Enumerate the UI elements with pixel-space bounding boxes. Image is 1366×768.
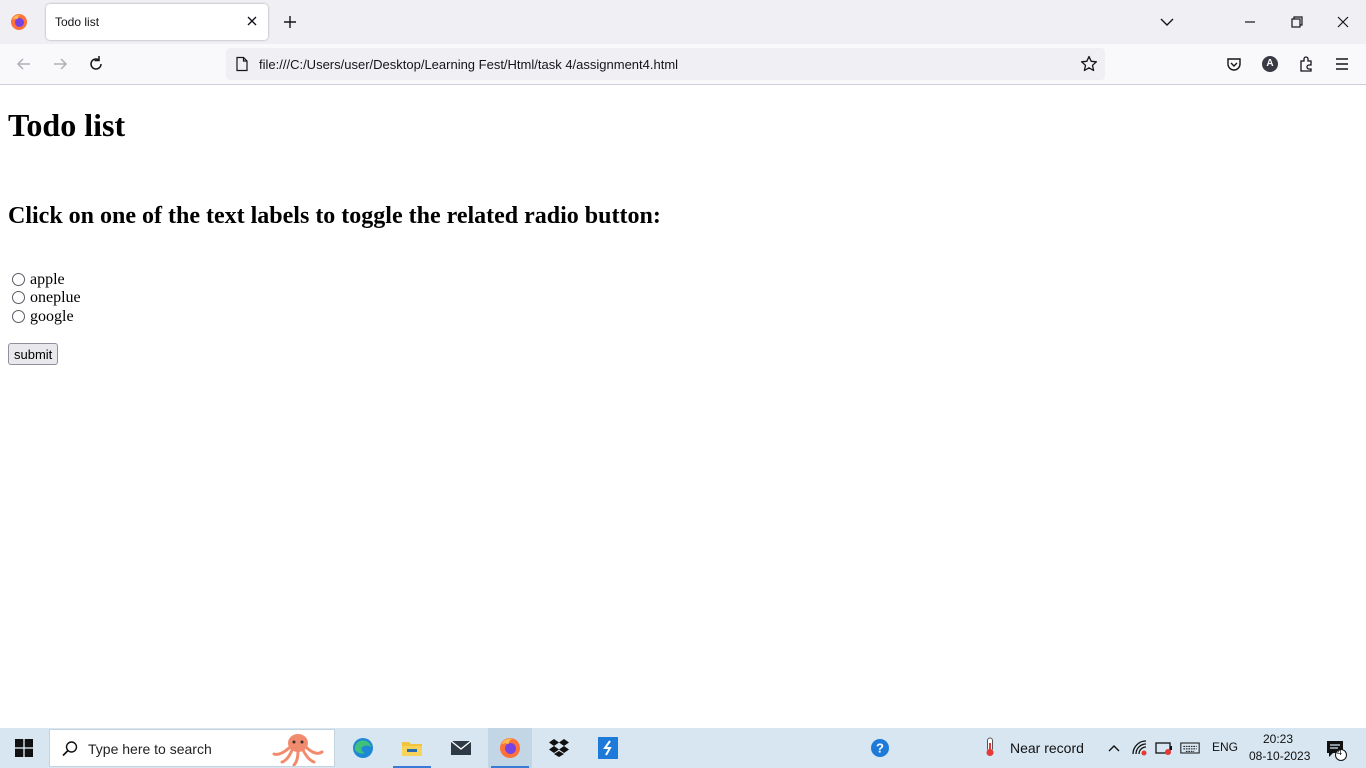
forward-arrow-icon[interactable] — [50, 54, 70, 74]
bookmark-star-icon[interactable] — [1079, 54, 1099, 74]
instructions-heading: Click on one of the text labels to toggl… — [8, 203, 661, 229]
taskbar-mail[interactable] — [439, 728, 483, 768]
menu-icon[interactable] — [1332, 54, 1352, 74]
clock-date[interactable]: 08-10-2023 — [1249, 749, 1310, 763]
close-tab-icon[interactable] — [244, 13, 260, 29]
address-bar[interactable]: file:///C:/Users/user/Desktop/Learning F… — [226, 48, 1105, 80]
radio-button[interactable] — [12, 273, 25, 286]
windows-start-icon[interactable] — [15, 739, 33, 757]
taskbar-file-explorer[interactable] — [390, 728, 434, 768]
battery-icon[interactable] — [1154, 738, 1174, 758]
language-indicator[interactable]: ENG — [1212, 740, 1238, 754]
radio-button[interactable] — [12, 291, 25, 304]
tab-title: Todo list — [55, 15, 100, 29]
radio-label[interactable]: google — [30, 308, 74, 326]
clock-time[interactable]: 20:23 — [1263, 732, 1293, 746]
tab-bar: Todo list — [0, 0, 1366, 44]
new-tab-icon[interactable] — [280, 12, 300, 32]
folder-icon — [402, 742, 422, 756]
taskbar-dropbox[interactable] — [537, 728, 581, 768]
submit-button[interactable]: submit — [8, 343, 59, 365]
restore-icon[interactable] — [1287, 12, 1307, 32]
search-icon — [62, 741, 78, 757]
close-window-icon[interactable] — [1333, 12, 1353, 32]
radio-button[interactable] — [12, 310, 25, 323]
reload-icon[interactable] — [86, 54, 106, 74]
nav-bar: file:///C:/Users/user/Desktop/Learning F… — [0, 44, 1366, 85]
radio-option-google[interactable]: google — [12, 307, 74, 326]
edge-icon — [353, 738, 373, 758]
minimize-icon[interactable] — [1240, 12, 1260, 32]
url-text[interactable]: file:///C:/Users/user/Desktop/Learning F… — [259, 57, 678, 72]
page-content: Todo list Click on one of the text label… — [0, 86, 1366, 728]
list-all-tabs-icon[interactable] — [1157, 12, 1177, 32]
firefox-icon — [500, 738, 520, 758]
page-title: Todo list — [8, 107, 126, 143]
taskbar-edge[interactable] — [341, 728, 385, 768]
svg-text:?: ? — [876, 741, 884, 756]
pocket-icon[interactable] — [1224, 54, 1244, 74]
visual-studio-icon — [598, 737, 618, 759]
page-icon — [236, 56, 248, 72]
dropbox-icon — [549, 739, 569, 757]
radio-option-oneplue[interactable]: oneplue — [12, 288, 81, 307]
help-icon[interactable]: ? — [870, 738, 890, 758]
octopus-illustration-icon — [272, 734, 324, 766]
notifications-icon[interactable] — [1324, 737, 1348, 761]
radio-label[interactable]: oneplue — [30, 289, 81, 307]
thermometer-icon[interactable] — [980, 737, 1000, 757]
radio-label[interactable]: apple — [30, 271, 65, 289]
tab-todo-list[interactable]: Todo list — [46, 4, 268, 40]
chevron-up-icon[interactable] — [1104, 738, 1124, 758]
firefox-icon[interactable] — [10, 13, 28, 31]
taskbar-search[interactable]: Type here to search — [49, 729, 335, 767]
taskbar-visual-studio[interactable] — [586, 728, 630, 768]
back-arrow-icon[interactable] — [14, 54, 34, 74]
mail-icon — [450, 740, 472, 755]
taskbar: Type here to search ? Near record ENG 20… — [0, 728, 1366, 768]
search-placeholder: Type here to search — [88, 741, 212, 757]
radio-option-apple[interactable]: apple — [12, 270, 65, 289]
weather-text[interactable]: Near record — [1010, 740, 1084, 756]
network-icon[interactable] — [1130, 738, 1150, 758]
account-avatar[interactable]: A — [1262, 56, 1278, 72]
taskbar-firefox[interactable] — [488, 728, 532, 768]
keyboard-icon[interactable] — [1180, 738, 1200, 758]
extensions-icon[interactable] — [1296, 54, 1316, 74]
notification-count: 4 — [1337, 747, 1343, 757]
